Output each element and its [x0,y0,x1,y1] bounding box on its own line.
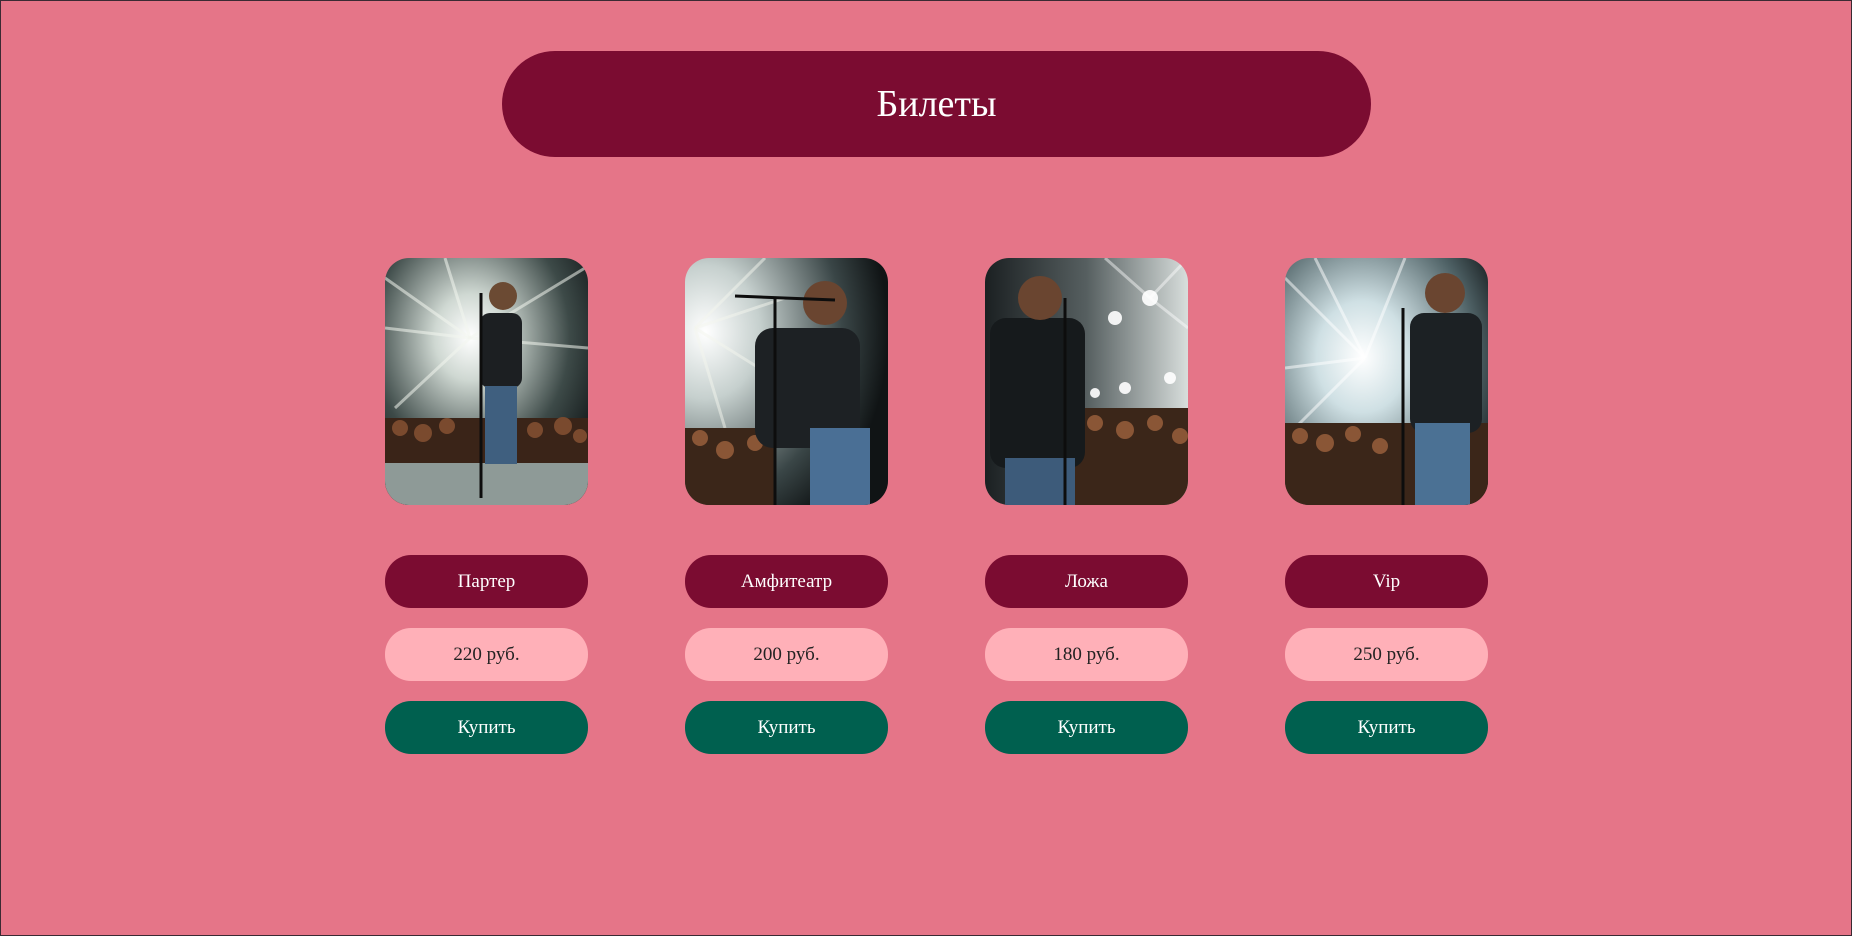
ticket-card-parter: Партер 220 руб. Купить [385,258,588,754]
page-header: Билеты [502,51,1371,157]
ticket-price: 220 руб. [385,628,588,681]
buy-button[interactable]: Купить [1285,701,1488,754]
ticket-card-amphitheater: Амфитеатр 200 руб. Купить [685,258,888,754]
concert-photo [385,258,588,505]
concert-photo [1285,258,1488,505]
ticket-name: Vip [1285,555,1488,608]
buy-button[interactable]: Купить [685,701,888,754]
buy-button[interactable]: Купить [385,701,588,754]
ticket-price: 180 руб. [985,628,1188,681]
ticket-name: Партер [385,555,588,608]
ticket-price: 200 руб. [685,628,888,681]
concert-photo [985,258,1188,505]
ticket-card-vip: Vip 250 руб. Купить [1285,258,1488,754]
page-title: Билеты [876,83,997,125]
buy-button[interactable]: Купить [985,701,1188,754]
concert-photo [685,258,888,505]
ticket-card-box: Ложа 180 руб. Купить [985,258,1188,754]
ticket-price: 250 руб. [1285,628,1488,681]
ticket-name: Амфитеатр [685,555,888,608]
ticket-name: Ложа [985,555,1188,608]
